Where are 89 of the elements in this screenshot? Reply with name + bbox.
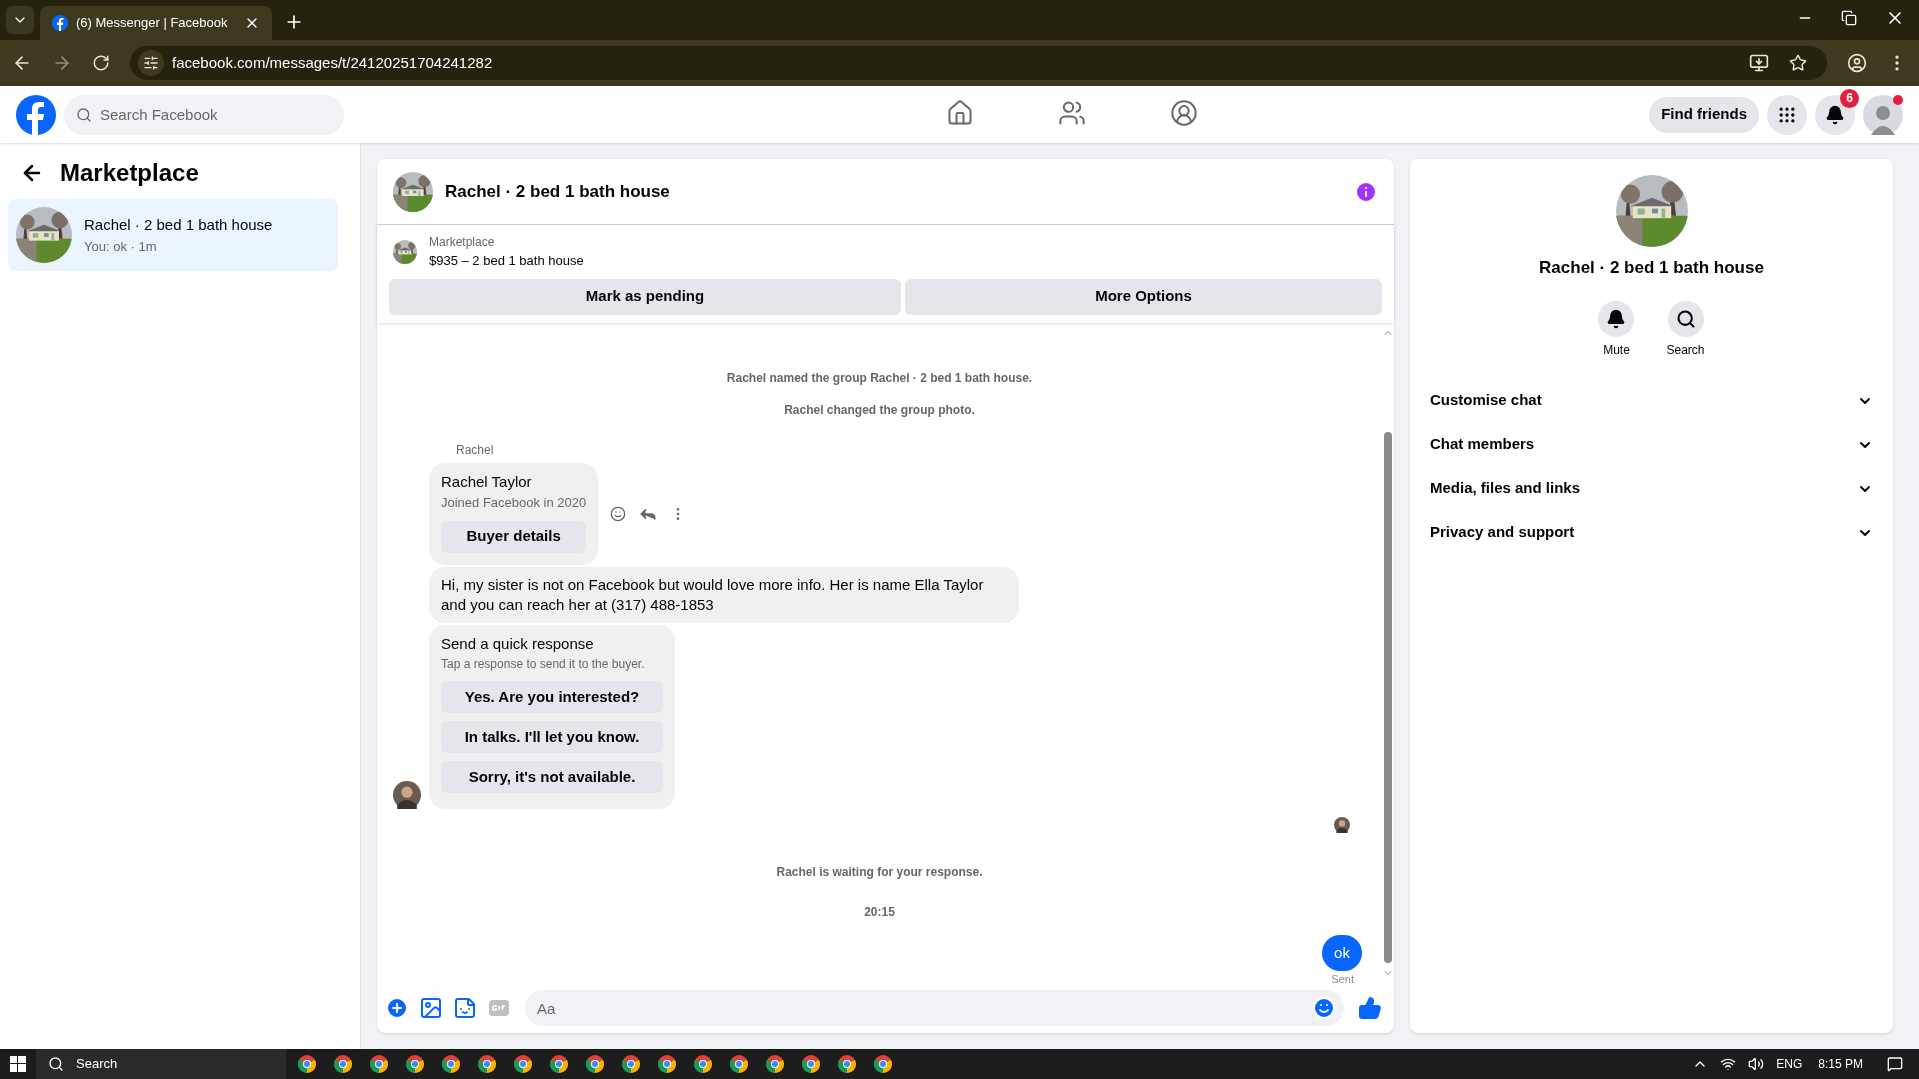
browser-app-icon[interactable] <box>442 1055 460 1073</box>
browser-app-icon[interactable] <box>478 1055 496 1073</box>
facebook-logo[interactable] <box>16 94 56 135</box>
details-section[interactable]: Chat members <box>1426 422 1877 467</box>
site-settings-icon <box>143 55 159 71</box>
address-bar[interactable]: facebook.com/messages/t/24120251704241282 <box>130 46 1827 80</box>
action-label: Mute <box>1603 341 1630 359</box>
buyer-joined: Joined Facebook in 2020 <box>441 494 587 512</box>
language-indicator[interactable]: ENG <box>1776 1055 1803 1073</box>
tab-list-button[interactable] <box>6 6 34 34</box>
install-icon[interactable] <box>1749 53 1769 73</box>
notification-badge: 6 <box>1840 88 1859 108</box>
browser-app-icon[interactable] <box>874 1055 892 1073</box>
photo-icon[interactable] <box>419 996 443 1020</box>
browser-app-icon[interactable] <box>694 1055 712 1073</box>
bell-icon <box>1825 104 1845 125</box>
bell-icon <box>1606 308 1627 329</box>
browser-app-icon[interactable] <box>550 1055 568 1073</box>
browser-app-icon[interactable] <box>298 1055 316 1073</box>
listing-label: Marketplace <box>429 234 496 251</box>
quick-response-hint: Tap a response to send it to the buyer. <box>441 656 646 673</box>
reload-icon[interactable] <box>92 54 110 72</box>
quick-response-button[interactable]: Yes. Are you interested? <box>441 681 663 713</box>
browser-app-icon[interactable] <box>370 1055 388 1073</box>
system-message: Rachel is waiting for your response. <box>775 864 984 881</box>
like-icon[interactable] <box>1358 996 1382 1020</box>
quick-response-button[interactable]: Sorry, it's not available. <box>441 761 663 793</box>
listing-title: $935 – 2 bed 1 bath house <box>429 252 584 270</box>
system-message: Rachel named the group Rachel · 2 bed 1 bath house. <box>725 369 1034 387</box>
browser-app-icon[interactable] <box>838 1055 856 1073</box>
chat-title: Rachel · 2 bed 1 bath house <box>445 180 671 203</box>
timestamp: 20:15 <box>863 904 896 921</box>
message-bubble: Hi, my sister is not on Facebook but would love more info. Her is name Ella Taylor and you can reach her at (317) 488-1853 <box>429 566 1019 623</box>
sender-name: Rachel <box>456 441 495 459</box>
url-text: facebook.com/messages/t/24120251704241282 <box>172 52 494 73</box>
browser-app-icon[interactable] <box>766 1055 784 1073</box>
notifications-icon[interactable] <box>1887 1056 1903 1072</box>
search-icon <box>76 106 92 123</box>
sidebar-title: Marketplace <box>60 158 199 188</box>
browser-app-icon[interactable] <box>406 1055 424 1073</box>
browser-app-icon[interactable] <box>802 1055 820 1073</box>
browser-app-icon[interactable] <box>622 1055 640 1073</box>
search-icon <box>1675 308 1696 329</box>
menu-button[interactable] <box>1767 94 1807 135</box>
bookmark-star-icon[interactable] <box>1789 54 1807 72</box>
buyer-name: Rachel Taylor <box>441 471 533 492</box>
network-icon[interactable] <box>1720 1056 1737 1072</box>
listing-action-button[interactable]: More Options <box>905 278 1382 315</box>
profile-icon[interactable] <box>1847 53 1867 73</box>
conversation-preview: You: ok · 1m <box>84 237 158 256</box>
browser-app-icon[interactable] <box>658 1055 676 1073</box>
details-title: Rachel · 2 bed 1 bath house <box>1539 257 1764 279</box>
react-icon[interactable] <box>610 505 627 522</box>
action-label: Search <box>1666 341 1705 359</box>
scrollbar-thumb[interactable] <box>1384 432 1392 963</box>
quick-response-button[interactable]: In talks. I'll let you know. <box>441 721 663 753</box>
message-status: Sent <box>1331 972 1354 987</box>
browser-app-icon[interactable] <box>514 1055 532 1073</box>
conversation-item[interactable]: Rachel · 2 bed 1 bath house You: ok · 1m <box>8 199 338 271</box>
search-field[interactable]: Search Facebook <box>64 94 344 135</box>
quick-response-title: Send a quick response <box>441 633 595 654</box>
restore-icon[interactable] <box>1841 10 1857 26</box>
notifications-button[interactable] <box>1815 94 1855 135</box>
details-section[interactable]: Customise chat <box>1426 378 1877 423</box>
browser-app-icon[interactable] <box>586 1055 604 1073</box>
avatar-icon <box>393 781 421 809</box>
listing-action-button[interactable]: Mark as pending <box>389 278 901 315</box>
details-section[interactable]: Privacy and support <box>1426 510 1877 555</box>
sent-message-bubble: ok <box>1322 935 1362 971</box>
groups-icon <box>1169 98 1198 127</box>
facebook-favicon <box>52 15 68 31</box>
add-icon[interactable] <box>385 996 409 1020</box>
search-icon <box>48 1056 64 1072</box>
browser-app-icon[interactable] <box>334 1055 352 1073</box>
buyer-details-button[interactable]: Buyer details <box>441 520 587 553</box>
browser-tab[interactable]: (6) Messenger | Facebook <box>40 6 272 40</box>
taskbar-search[interactable]: Search <box>36 1049 286 1079</box>
account-button[interactable] <box>1863 94 1903 135</box>
system-message: Rachel changed the group photo. <box>783 401 976 419</box>
message-field[interactable]: Aa <box>525 990 1344 1026</box>
windows-start-icon[interactable] <box>10 1056 26 1072</box>
sticker-icon[interactable] <box>453 996 477 1020</box>
details-section[interactable]: Media, files and links <box>1426 466 1877 511</box>
conversation-name: Rachel · 2 bed 1 bath house <box>84 215 273 235</box>
clock[interactable]: 8:15 PM <box>1818 1055 1863 1073</box>
avatar-icon <box>1334 817 1350 833</box>
browser-app-icon[interactable] <box>730 1055 748 1073</box>
find-friends-button[interactable]: Find friends <box>1649 96 1759 133</box>
volume-icon[interactable] <box>1748 1056 1765 1072</box>
